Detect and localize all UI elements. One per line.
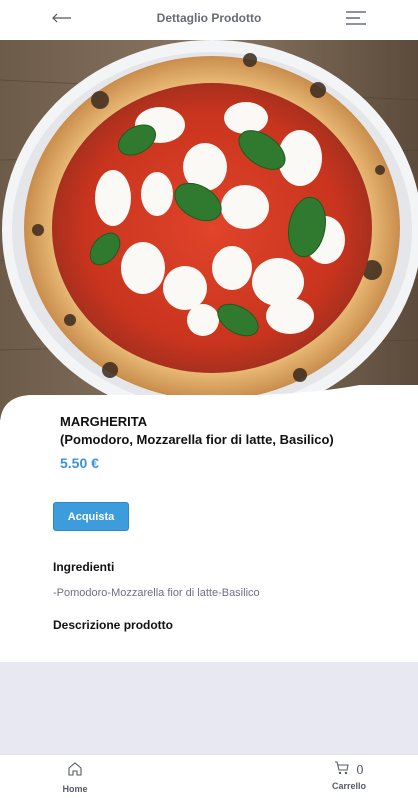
grey-band xyxy=(0,662,418,754)
menu-button[interactable] xyxy=(343,9,369,31)
product-subtitle: (Pomodoro, Mozzarella fior di latte, Bas… xyxy=(60,432,334,447)
buy-button[interactable]: Acquista xyxy=(53,502,129,531)
nav-home[interactable]: Home xyxy=(55,761,95,797)
product-info-card: MARGHERITA (Pomodoro, Mozzarella fior di… xyxy=(0,385,418,665)
home-icon xyxy=(67,761,83,782)
description-heading: Descrizione prodotto xyxy=(53,618,174,632)
product-image xyxy=(0,40,418,420)
bottom-nav: Home 0 Carrello xyxy=(0,754,418,800)
nav-home-label: Home xyxy=(62,784,88,794)
nav-cart[interactable]: 0 Carrello xyxy=(324,760,374,797)
ingredients-text: -Pomodoro-Mozzarella fior di latte-Basil… xyxy=(53,587,260,599)
nav-cart-label: Carrello xyxy=(331,781,366,791)
top-bar: Dettaglio Prodotto xyxy=(0,0,418,40)
ingredients-heading: Ingredienti xyxy=(53,560,115,574)
cart-icon xyxy=(334,760,350,781)
hamburger-menu-icon xyxy=(346,10,366,30)
cart-count: 0 xyxy=(356,763,364,777)
product-price: 5.50 € xyxy=(60,455,99,471)
product-detail-screen: Dettaglio Prodotto MARGHERITA (Pomodoro,… xyxy=(0,0,418,800)
product-name: MARGHERITA xyxy=(60,414,148,429)
